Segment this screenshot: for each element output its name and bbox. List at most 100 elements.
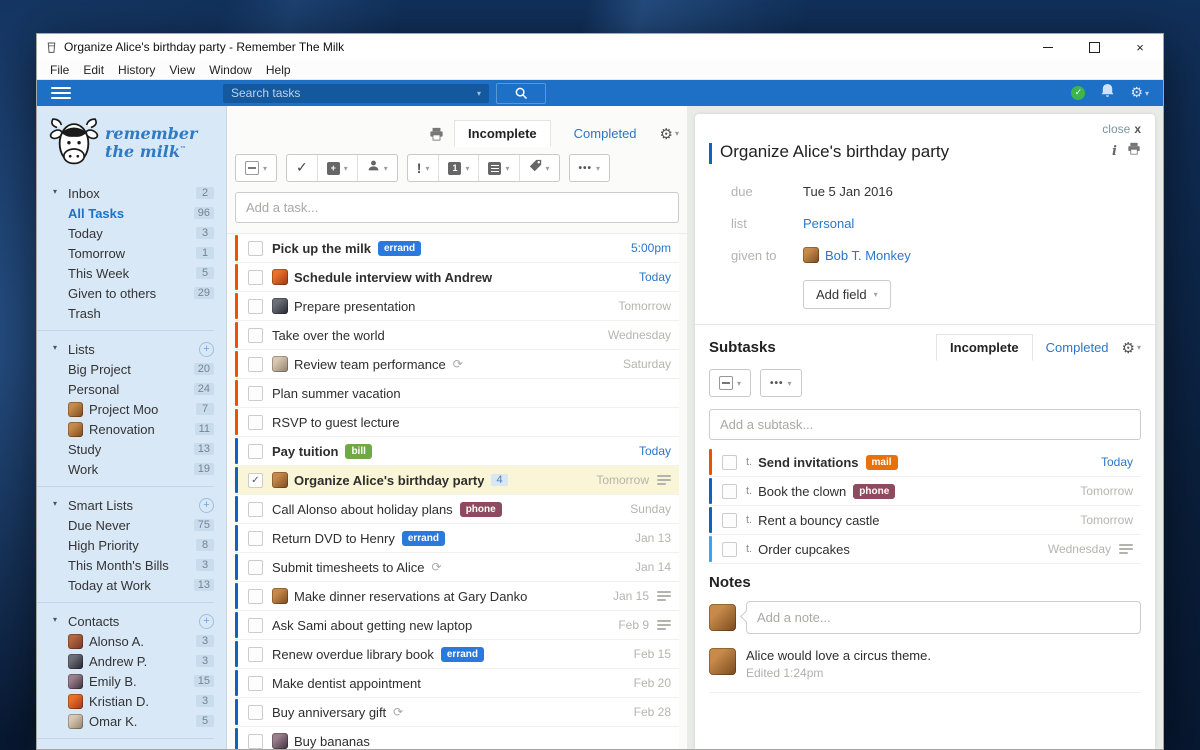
task-row[interactable]: Renew overdue library bookerrandFeb 15 bbox=[235, 640, 679, 669]
due-date[interactable]: Feb 20 bbox=[634, 676, 671, 690]
sidebar-item[interactable]: Study13 bbox=[53, 439, 214, 459]
notifications-bell-icon[interactable] bbox=[1100, 83, 1115, 103]
task-row[interactable]: ✓Organize Alice's birthday party4Tomorro… bbox=[235, 466, 679, 495]
sidebar-item[interactable]: Given to others29 bbox=[53, 283, 214, 303]
due-date[interactable]: Feb 9 bbox=[618, 618, 649, 632]
sidebar-item[interactable]: Alonso A.3 bbox=[53, 631, 214, 651]
add-subtask-input[interactable] bbox=[709, 409, 1141, 440]
task-checkbox[interactable] bbox=[248, 734, 263, 749]
task-tag[interactable]: errand bbox=[402, 531, 445, 546]
sidebar-item[interactable]: Andrew P.3 bbox=[53, 651, 214, 671]
menu-item-window[interactable]: Window bbox=[202, 63, 259, 77]
due-date[interactable]: 5:00pm bbox=[631, 241, 671, 255]
add-button[interactable]: + bbox=[199, 342, 214, 357]
due-date[interactable]: Wednesday bbox=[608, 328, 671, 342]
task-row[interactable]: Return DVD to HenryerrandJan 13 bbox=[235, 524, 679, 553]
task-row[interactable]: Pay tuitionbillToday bbox=[235, 437, 679, 466]
sidebar-item[interactable]: Today at Work13 bbox=[53, 575, 214, 595]
sidebar-section-header[interactable]: ▾Lists+ bbox=[53, 339, 214, 359]
task-checkbox[interactable] bbox=[248, 676, 263, 691]
sidebar-item[interactable]: Due Never75 bbox=[53, 515, 214, 535]
sidebar-item[interactable]: Big Project20 bbox=[53, 359, 214, 379]
task-row[interactable]: Buy anniversary gift⟳Feb 28 bbox=[235, 698, 679, 727]
subtask-checkbox[interactable] bbox=[722, 455, 737, 470]
task-checkbox[interactable] bbox=[248, 270, 263, 285]
add-field-button[interactable]: Add field ▾ bbox=[803, 280, 891, 309]
detail-close-button[interactable]: close x bbox=[709, 122, 1141, 136]
due-date[interactable]: Jan 13 bbox=[635, 531, 671, 545]
sidebar-item[interactable]: This Month's Bills3 bbox=[53, 555, 214, 575]
select-all-button[interactable]: ▾ bbox=[710, 370, 750, 396]
task-row[interactable]: Ask Sami about getting new laptopFeb 9 bbox=[235, 611, 679, 640]
select-all-button[interactable]: ▾ bbox=[236, 155, 276, 181]
add-note-input[interactable] bbox=[746, 601, 1141, 634]
more-actions-button[interactable]: •••▾ bbox=[761, 370, 801, 396]
sidebar-item[interactable]: Kristian D.3 bbox=[53, 691, 214, 711]
menu-item-edit[interactable]: Edit bbox=[76, 63, 111, 77]
sidebar-section-header[interactable]: ▾Smart Lists+ bbox=[53, 495, 214, 515]
task-row[interactable]: RSVP to guest lecture bbox=[235, 408, 679, 437]
sidebar-item[interactable]: Tomorrow1 bbox=[53, 243, 214, 263]
task-row[interactable]: Make dinner reservations at Gary DankoJa… bbox=[235, 582, 679, 611]
sidebar-item[interactable]: High Priority8 bbox=[53, 535, 214, 555]
task-checkbox[interactable] bbox=[248, 328, 263, 343]
add-button[interactable]: + bbox=[199, 614, 214, 629]
search-button[interactable] bbox=[496, 83, 546, 104]
task-checkbox[interactable] bbox=[248, 560, 263, 575]
task-row[interactable]: Take over the worldWednesday bbox=[235, 321, 679, 350]
task-checkbox[interactable] bbox=[248, 647, 263, 662]
subtask-row[interactable]: t.Send invitationsmailToday bbox=[709, 448, 1141, 477]
subtasks-tab-completed[interactable]: Completed bbox=[1033, 335, 1122, 360]
due-date[interactable]: Tomorrow bbox=[1080, 513, 1133, 527]
close-button[interactable]: × bbox=[1117, 34, 1163, 60]
subtask-row[interactable]: t.Order cupcakesWednesday bbox=[709, 535, 1141, 564]
view-settings-gear-button[interactable]: ⚙ ▾ bbox=[660, 125, 679, 143]
due-date[interactable]: Feb 15 bbox=[634, 647, 671, 661]
menu-item-view[interactable]: View bbox=[162, 63, 202, 77]
print-icon[interactable] bbox=[429, 127, 444, 141]
sidebar-item[interactable]: Omar K.5 bbox=[53, 711, 214, 731]
task-row[interactable]: Prepare presentationTomorrow bbox=[235, 292, 679, 321]
task-row[interactable]: Call Alonso about holiday plansphoneSund… bbox=[235, 495, 679, 524]
task-tag[interactable]: phone bbox=[853, 484, 895, 499]
sidebar-section-header[interactable]: ▾Contacts+ bbox=[53, 611, 214, 631]
sidebar-section-header[interactable]: ▾Tags+ bbox=[53, 747, 214, 749]
task-checkbox[interactable] bbox=[248, 705, 263, 720]
sidebar-item[interactable]: Work19 bbox=[53, 459, 214, 479]
sync-status-icon[interactable]: ✓ bbox=[1071, 86, 1085, 100]
priority-button[interactable]: !▾ bbox=[408, 155, 439, 181]
subtask-checkbox[interactable] bbox=[722, 513, 737, 528]
task-checkbox[interactable] bbox=[248, 241, 263, 256]
task-checkbox[interactable] bbox=[248, 618, 263, 633]
task-checkbox[interactable] bbox=[248, 589, 263, 604]
due-date[interactable]: Tomorrow bbox=[596, 473, 649, 487]
search-caret-icon[interactable]: ▾ bbox=[477, 89, 481, 98]
sidebar-item[interactable]: Today3 bbox=[53, 223, 214, 243]
task-checkbox[interactable] bbox=[248, 502, 263, 517]
due-date[interactable]: Wednesday bbox=[1048, 542, 1111, 556]
task-tag[interactable]: errand bbox=[378, 241, 421, 256]
search-input[interactable]: Search tasks ▾ bbox=[223, 84, 489, 103]
due-date[interactable]: Today bbox=[639, 270, 671, 284]
field-value[interactable]: Personal bbox=[803, 216, 854, 231]
task-tag[interactable]: phone bbox=[460, 502, 502, 517]
menu-item-help[interactable]: Help bbox=[259, 63, 298, 77]
task-checkbox[interactable] bbox=[248, 531, 263, 546]
task-tag[interactable]: mail bbox=[866, 455, 898, 470]
complete-button[interactable]: ✓ bbox=[287, 155, 317, 181]
task-row[interactable]: Buy bananas bbox=[235, 727, 679, 749]
due-date[interactable]: Today bbox=[639, 444, 671, 458]
task-checkbox[interactable] bbox=[248, 386, 263, 401]
task-row[interactable]: Review team performance⟳Saturday bbox=[235, 350, 679, 379]
task-checkbox[interactable] bbox=[248, 415, 263, 430]
task-checkbox[interactable] bbox=[248, 357, 263, 372]
hamburger-menu-icon[interactable] bbox=[51, 87, 71, 99]
due-date[interactable]: Jan 15 bbox=[613, 589, 649, 603]
sidebar-item[interactable]: Project Moo7 bbox=[53, 399, 214, 419]
settings-gear-button[interactable]: ⚙ ▾ bbox=[1130, 85, 1149, 101]
subtask-row[interactable]: t.Rent a bouncy castleTomorrow bbox=[709, 506, 1141, 535]
due-date[interactable]: Jan 14 bbox=[635, 560, 671, 574]
field-value[interactable]: Bob T. Monkey bbox=[803, 247, 911, 263]
sidebar-item[interactable]: All Tasks96 bbox=[53, 203, 214, 223]
task-row[interactable]: Pick up the milkerrand5:00pm bbox=[235, 234, 679, 263]
